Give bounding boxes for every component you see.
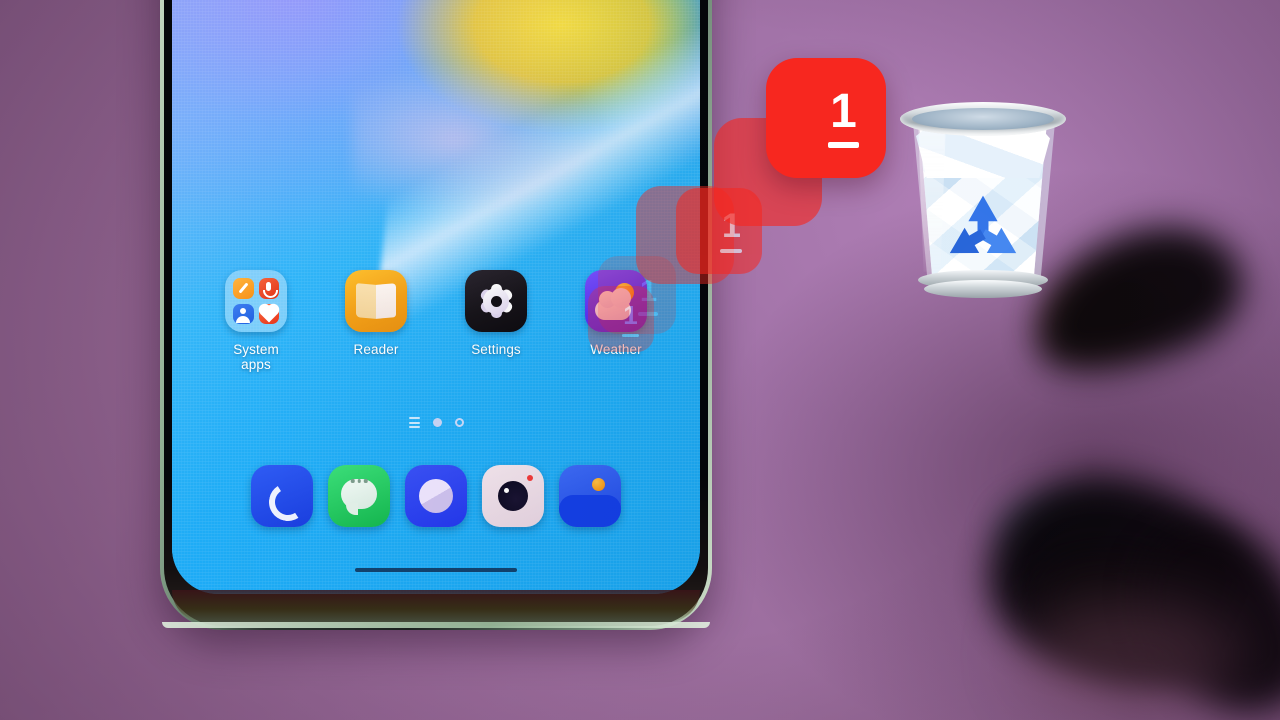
camera-app-icon[interactable] [482, 465, 544, 527]
list-icon[interactable] [408, 417, 420, 428]
camera-indicator-dot [527, 475, 533, 481]
messages-app-icon[interactable] [328, 465, 390, 527]
camera-lens-icon [498, 481, 528, 511]
app-label: Reader [353, 342, 399, 357]
notification-badge[interactable]: 1 [588, 286, 654, 352]
book-icon[interactable] [345, 270, 407, 332]
phone-bottom-edge [162, 622, 710, 628]
page-dot-inactive[interactable] [454, 418, 464, 427]
recorder-icon [258, 278, 279, 299]
badge-underline [827, 142, 859, 148]
circle-icon [419, 479, 453, 513]
gallery-landscape-block [559, 495, 621, 527]
handset-icon [265, 479, 311, 525]
app-label: Settings [471, 342, 521, 357]
badge-underline [720, 249, 742, 253]
book-page-left [356, 283, 376, 319]
typing-dots [350, 479, 368, 483]
dock [172, 465, 700, 527]
chat-bubble-icon [341, 479, 377, 515]
gear-icon[interactable] [465, 270, 527, 332]
app-label: System apps [233, 342, 279, 372]
page-indicator [172, 417, 700, 428]
notes-icon [233, 278, 254, 299]
bin-base-lower [924, 280, 1042, 298]
gear-glyph [478, 284, 514, 318]
app-system-apps[interactable]: System apps [208, 270, 304, 372]
app-reader[interactable]: Reader [328, 270, 424, 372]
gallery-app-icon[interactable] [559, 465, 621, 527]
notification-badge[interactable]: 1 [766, 58, 886, 178]
gesture-navigation-bar[interactable] [355, 568, 517, 572]
scene-root: System apps Reader Settings Weather 1 1 … [0, 0, 1280, 720]
badge-underline [621, 333, 639, 337]
contacts-icon [233, 303, 254, 324]
badge-count: 1 [623, 299, 638, 330]
folder-icon[interactable] [225, 270, 287, 332]
book-page-right [376, 283, 396, 319]
phone-app-icon[interactable] [251, 465, 313, 527]
browser-app-icon[interactable] [405, 465, 467, 527]
app-label-line2: apps [241, 357, 271, 372]
phone-chin [172, 590, 700, 622]
book-glyph [356, 283, 396, 319]
recycling-arrows-icon [949, 195, 1017, 254]
sun-landscape-icon [592, 478, 605, 491]
app-label-line1: System [233, 342, 279, 357]
badge-count: 1 [830, 85, 857, 138]
page-dot-active[interactable] [432, 418, 442, 427]
bin-rim-inner [912, 108, 1054, 130]
recycle-bin[interactable] [892, 88, 1074, 306]
health-icon [258, 303, 279, 324]
app-settings[interactable]: Settings [448, 270, 544, 372]
